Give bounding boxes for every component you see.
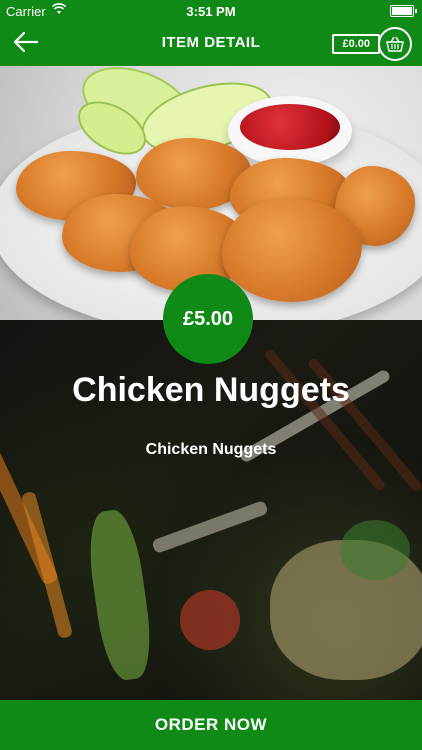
item-name: Chicken Nuggets [72,371,350,409]
carrot-graphic [20,490,74,640]
ketchup-bowl-graphic [228,96,352,166]
basket-icon [378,27,412,61]
price-badge: £5.00 [163,274,253,364]
nav-bar: ITEM DETAIL £0.00 [0,22,422,66]
cart-total: £0.00 [332,34,380,54]
item-description: Chicken Nuggets [145,441,277,458]
cart-button[interactable]: £0.00 [332,26,412,62]
herb-graphic [340,520,410,580]
battery-icon [390,5,417,17]
order-now-button[interactable]: ORDER NOW [0,700,422,750]
sprout-graphic [151,499,269,555]
clock: 3:51 PM [186,4,236,19]
pepper-graphic [180,590,240,650]
snow-pea-graphic [83,507,157,683]
status-bar: Carrier 3:51 PM [0,0,422,22]
